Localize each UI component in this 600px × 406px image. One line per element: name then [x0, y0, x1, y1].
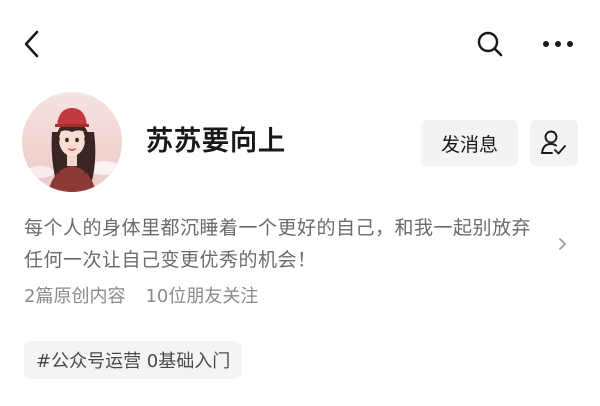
avatar-illustration — [22, 92, 122, 192]
profile-stats: 2篇原创内容 10位朋友关注 — [24, 282, 258, 312]
back-button[interactable] — [14, 26, 50, 62]
user-check-icon — [541, 130, 566, 155]
chevron-left-icon — [24, 30, 39, 58]
topic-tag[interactable]: #公众号运营 0基础入门 — [24, 341, 243, 379]
more-horizontal-icon — [543, 41, 573, 47]
avatar[interactable] — [22, 92, 122, 192]
bio-expand-button[interactable] — [553, 234, 573, 254]
search-button[interactable] — [472, 26, 508, 62]
send-message-button[interactable]: 发消息 — [421, 120, 518, 166]
profile-name: 苏苏要向上 — [146, 126, 286, 157]
friends-following-count[interactable]: 10位朋友关注 — [145, 282, 258, 312]
original-articles-count[interactable]: 2篇原创内容 — [24, 282, 125, 312]
chevron-right-icon — [559, 238, 566, 250]
profile-bio: 每个人的身体里都沉睡着一个更好的自己，和我一起别放弃任何一次让自己变更优秀的机会… — [24, 217, 532, 271]
follow-status-button[interactable] — [530, 120, 578, 166]
search-icon — [477, 31, 503, 57]
more-button[interactable] — [538, 26, 578, 62]
